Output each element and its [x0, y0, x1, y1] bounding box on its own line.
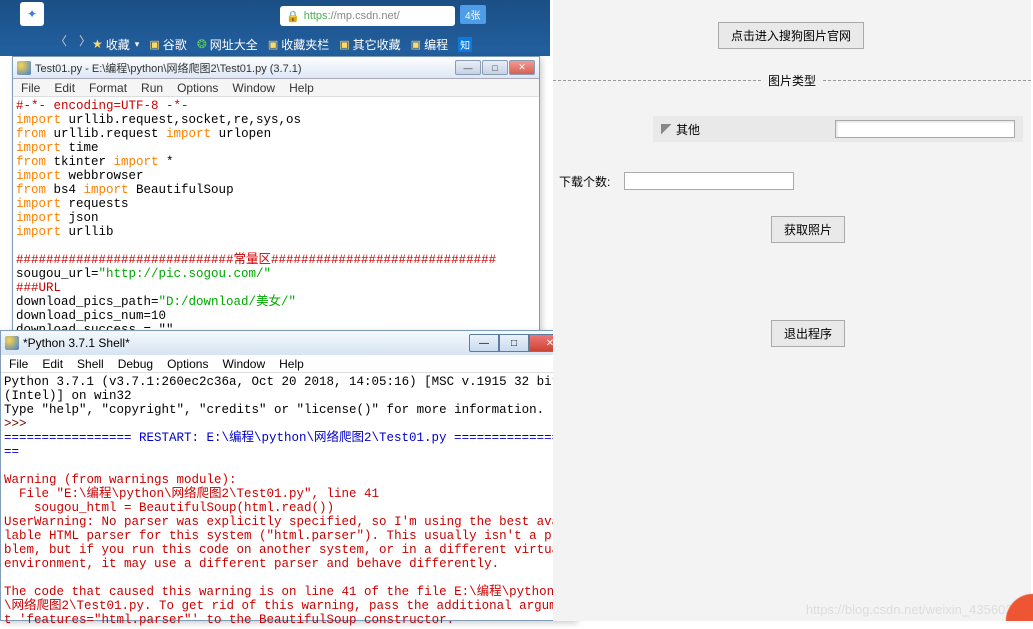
download-count-row: 下载个数:	[559, 172, 794, 190]
menu-shell[interactable]: Shell	[77, 357, 104, 370]
watermark: https://blog.csdn.net/weixin_43560272	[806, 602, 1027, 617]
star-icon: ★	[92, 37, 103, 51]
url-protocol: https	[304, 10, 328, 22]
url-rest: ://mp.csdn.net/	[328, 10, 400, 22]
folder-icon: ▣	[268, 38, 278, 51]
fieldset-label: 图片类型	[762, 74, 822, 88]
download-count-label: 下载个数:	[559, 173, 610, 190]
idle-editor-window: Test01.py - E:\编程\python\网络爬图2\Test01.py…	[12, 56, 540, 334]
zhihu-icon: 知	[458, 37, 472, 52]
maximize-button[interactable]: □	[482, 60, 508, 75]
lock-icon: 🔒	[286, 10, 300, 23]
menu-help[interactable]: Help	[289, 81, 314, 94]
shell-menu-bar: File Edit Shell Debug Options Window Hel…	[1, 355, 575, 373]
menu-window[interactable]: Window	[232, 81, 275, 94]
decorative-swoosh	[1005, 561, 1033, 621]
address-bar[interactable]: 🔒 https ://mp.csdn.net/	[280, 6, 455, 26]
exit-program-button[interactable]: 退出程序	[771, 320, 845, 347]
menu-run[interactable]: Run	[141, 81, 163, 94]
code-editor[interactable]: #-*- encoding=UTF-8 -*- import urllib.re…	[13, 97, 539, 339]
menu-edit[interactable]: Edit	[42, 357, 63, 370]
bookmark-favbar[interactable]: ▣收藏夹栏	[268, 36, 329, 53]
menu-format[interactable]: Format	[89, 81, 127, 94]
close-button[interactable]: ✕	[509, 60, 535, 75]
menu-options[interactable]: Options	[167, 357, 208, 370]
python-icon	[17, 61, 31, 75]
image-count-badge: 4张	[460, 5, 486, 24]
back-icon[interactable]: 〈	[55, 32, 67, 49]
bookmark-bar: ★收藏▾ ▣谷歌 ❂网址大全 ▣收藏夹栏 ▣其它收藏 ▣编程 知	[84, 32, 634, 56]
editor-menu-bar: File Edit Format Run Options Window Help	[13, 79, 539, 97]
minimize-button[interactable]: —	[469, 334, 499, 352]
checkbox-tristate-icon[interactable]	[661, 124, 672, 135]
other-type-input[interactable]	[835, 120, 1015, 138]
menu-window[interactable]: Window	[222, 357, 265, 370]
download-count-input[interactable]	[624, 172, 794, 190]
python-shell-window: *Python 3.7.1 Shell* — □ ✕ File Edit She…	[0, 330, 576, 621]
folder-icon: ▣	[339, 38, 349, 51]
python-icon	[5, 336, 19, 350]
menu-edit[interactable]: Edit	[54, 81, 75, 94]
maximize-button[interactable]: □	[499, 334, 529, 352]
minimize-button[interactable]: —	[455, 60, 481, 75]
shell-title: *Python 3.7.1 Shell*	[23, 336, 130, 350]
folder-icon: ▣	[411, 38, 421, 51]
tkinter-app-panel: 点击进入搜狗图片官网 图片类型 其他 下载个数: 获取照片 退出程序	[553, 0, 1031, 621]
browser-chrome: ✦ 🔒 https ://mp.csdn.net/ 4张 〈 〉 ★收藏▾ ▣谷…	[0, 0, 550, 56]
shell-title-bar[interactable]: *Python 3.7.1 Shell* — □ ✕	[1, 331, 575, 355]
menu-debug[interactable]: Debug	[118, 357, 153, 370]
bookmark-fav[interactable]: ★收藏▾	[92, 36, 139, 53]
menu-help[interactable]: Help	[279, 357, 304, 370]
bookmark-other[interactable]: ▣其它收藏	[339, 36, 400, 53]
folder-icon: ▣	[149, 38, 159, 51]
fetch-photos-button[interactable]: 获取照片	[771, 216, 845, 243]
menu-options[interactable]: Options	[177, 81, 218, 94]
globe-icon: ❂	[197, 37, 207, 51]
bookmark-coding[interactable]: ▣编程	[411, 36, 448, 53]
shell-output[interactable]: Python 3.7.1 (v3.7.1:260ec2c36a, Oct 20 …	[1, 373, 575, 629]
fieldset-divider: 图片类型	[553, 80, 1031, 98]
tab-favicon: ✦	[20, 2, 44, 26]
bookmark-google[interactable]: ▣谷歌	[149, 36, 186, 53]
open-sogou-button[interactable]: 点击进入搜狗图片官网	[718, 22, 864, 49]
bookmark-zhi[interactable]: 知	[458, 37, 472, 52]
bookmark-sites[interactable]: ❂网址大全	[197, 36, 258, 53]
editor-title: Test01.py - E:\编程\python\网络爬图2\Test01.py…	[35, 60, 302, 76]
other-checkbox-label[interactable]: 其他	[676, 121, 700, 138]
editor-title-bar[interactable]: Test01.py - E:\编程\python\网络爬图2\Test01.py…	[13, 57, 539, 79]
image-type-row: 其他	[653, 116, 1023, 142]
menu-file[interactable]: File	[21, 81, 40, 94]
menu-file[interactable]: File	[9, 357, 28, 370]
